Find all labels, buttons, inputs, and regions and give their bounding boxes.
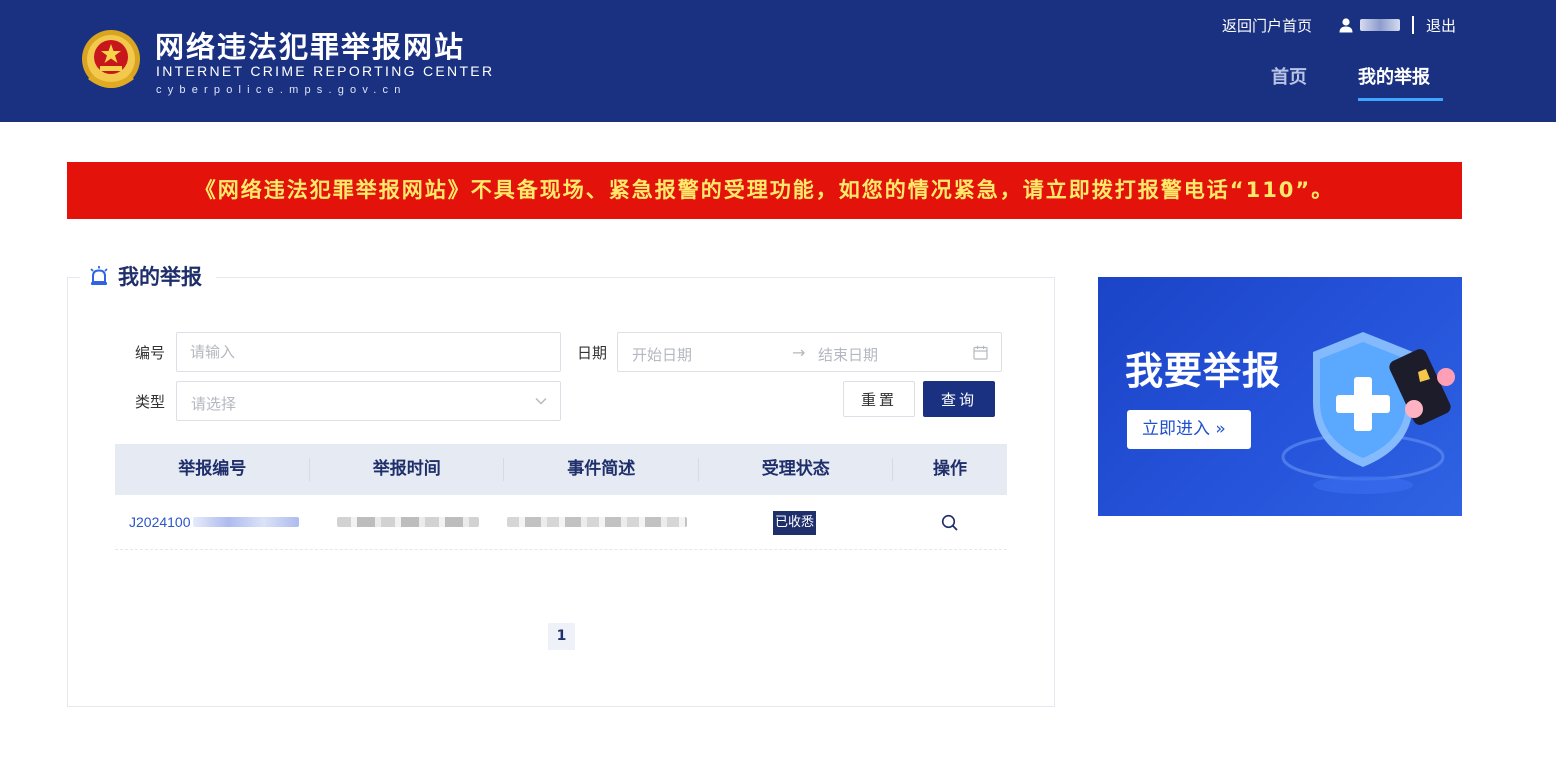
column-header-label: 举报时间 bbox=[372, 459, 441, 479]
date-label: 日期 bbox=[577, 344, 608, 362]
nav-my-reports[interactable]: 我的举报 bbox=[1358, 63, 1430, 89]
column-header-label: 事件简述 bbox=[567, 459, 636, 479]
emergency-notice: 《网络违法犯罪举报网站》不具备现场、紧急报警的受理功能，如您的情况紧急，请立即拨… bbox=[67, 162, 1462, 219]
site-header: 网络违法犯罪举报网站 INTERNET CRIME REPORTING CENT… bbox=[0, 0, 1556, 122]
search-icon[interactable] bbox=[941, 514, 959, 532]
user-icon bbox=[1339, 18, 1353, 33]
report-id-input[interactable] bbox=[176, 332, 561, 372]
table-row: J2024100 已收悉 bbox=[115, 495, 1007, 550]
police-emblem-icon[interactable] bbox=[78, 27, 144, 97]
id-label: 编号 bbox=[135, 344, 166, 362]
pagination-page-1[interactable]: 1 bbox=[548, 623, 575, 650]
summary-redacted bbox=[507, 517, 687, 527]
top-links-divider bbox=[1411, 16, 1414, 34]
type-label: 类型 bbox=[135, 393, 166, 411]
banner-title: 我要举报 bbox=[1125, 349, 1282, 393]
report-type-select[interactable]: 请选择 bbox=[176, 381, 561, 421]
report-entry-banner[interactable]: 我要举报 立即进入 » bbox=[1098, 277, 1462, 516]
column-header-action: 操作 bbox=[893, 444, 1007, 495]
site-title-cn: 网络违法犯罪举报网站 bbox=[155, 30, 466, 64]
nav-active-indicator bbox=[1358, 98, 1443, 101]
date-range-arrow: → bbox=[792, 343, 806, 362]
calendar-icon[interactable] bbox=[973, 345, 988, 360]
column-header-label: 受理状态 bbox=[761, 459, 830, 479]
column-header-report-id: 举报编号 bbox=[115, 444, 310, 495]
column-header-label: 举报编号 bbox=[178, 459, 247, 479]
top-links: 返回门户首页 退出 bbox=[1222, 13, 1456, 37]
type-placeholder: 请选择 bbox=[191, 395, 237, 413]
nav-home[interactable]: 首页 bbox=[1271, 63, 1307, 89]
alarm-bell-icon bbox=[90, 266, 108, 285]
panel-heading: 我的举报 bbox=[80, 258, 216, 294]
site-url: cyberpolice.mps.gov.cn bbox=[156, 84, 407, 96]
date-end-placeholder[interactable]: 结束日期 bbox=[818, 344, 878, 365]
column-header-status: 受理状态 bbox=[699, 444, 893, 495]
portal-home-link[interactable]: 返回门户首页 bbox=[1222, 15, 1312, 36]
enter-now-button[interactable]: 立即进入 » bbox=[1127, 410, 1251, 449]
reset-button[interactable]: 重置 bbox=[843, 381, 915, 417]
report-id-link[interactable]: J2024100 bbox=[129, 514, 191, 530]
logout-link[interactable]: 退出 bbox=[1426, 15, 1456, 36]
status-badge: 已收悉 bbox=[773, 511, 817, 535]
column-header-label: 操作 bbox=[933, 459, 967, 479]
report-id-redacted bbox=[193, 517, 299, 527]
date-range-picker[interactable]: 开始日期 → 结束日期 bbox=[617, 332, 1002, 372]
date-start-placeholder[interactable]: 开始日期 bbox=[632, 344, 692, 365]
site-title-en: INTERNET CRIME REPORTING CENTER bbox=[156, 63, 495, 79]
table-header: 举报编号 举报时间 事件简述 受理状态 操作 bbox=[115, 444, 1007, 495]
panel-title: 我的举报 bbox=[118, 265, 202, 289]
shield-plus-icon bbox=[1281, 332, 1455, 494]
column-header-report-time: 举报时间 bbox=[310, 444, 504, 495]
report-time-redacted bbox=[337, 517, 479, 527]
chevron-down-icon bbox=[535, 398, 547, 405]
column-header-summary: 事件简述 bbox=[504, 444, 699, 495]
username-redacted bbox=[1359, 19, 1400, 31]
query-button[interactable]: 查询 bbox=[923, 381, 995, 417]
